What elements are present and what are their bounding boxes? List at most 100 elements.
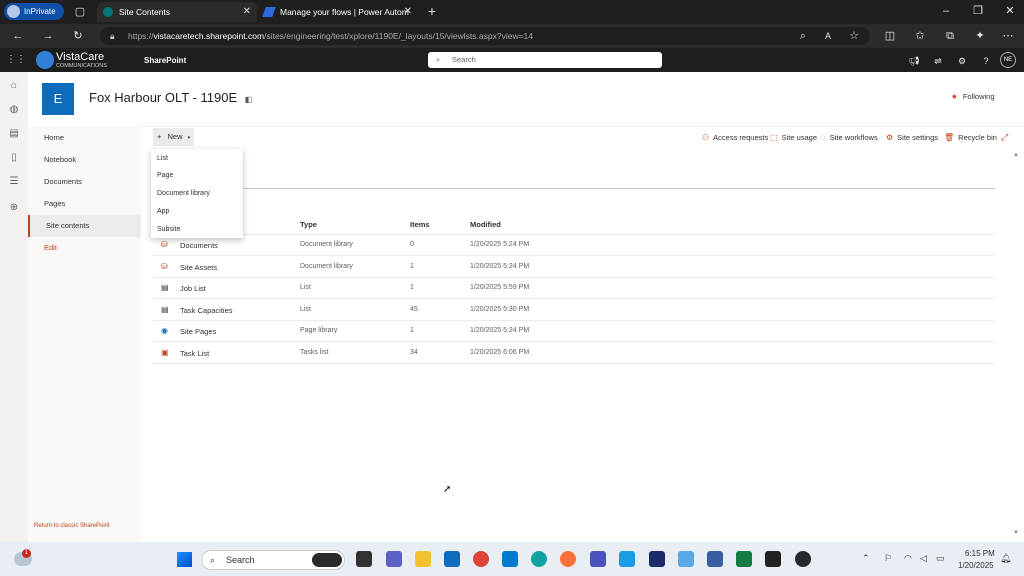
access-requests-button[interactable]: ⚇ Access requests xyxy=(702,133,768,142)
site-usage-button[interactable]: ⬚ Site usage xyxy=(770,133,817,142)
megaphone-icon[interactable]: 📢︎ xyxy=(906,54,922,68)
row-name[interactable]: Documents xyxy=(180,241,218,250)
volume-icon[interactable]: ◁ xyxy=(920,553,927,564)
forward-icon[interactable]: → xyxy=(40,29,56,43)
collections-icon[interactable]: ⧉ xyxy=(942,29,958,43)
menu-item-app[interactable]: App xyxy=(157,208,169,215)
settings-gear-icon[interactable]: ⚙ xyxy=(954,54,970,68)
table-row[interactable]: ◉ Site Pages Page library 1 1/20/2025 5:… xyxy=(153,321,995,342)
return-to-classic-link[interactable]: Return to classic SharePoint xyxy=(34,523,110,529)
minimize-icon[interactable]: – xyxy=(938,4,954,18)
restore-icon[interactable]: ❐ xyxy=(970,4,986,18)
github-icon[interactable] xyxy=(795,551,811,567)
notifications-icon[interactable]: 🔔︎ xyxy=(1000,553,1011,564)
row-name[interactable]: Site Assets xyxy=(180,263,217,272)
column-header-type[interactable]: Type xyxy=(300,220,317,229)
firefox-icon[interactable] xyxy=(560,551,576,567)
visio-icon[interactable] xyxy=(707,551,723,567)
column-header-items[interactable]: Items xyxy=(410,220,430,229)
scrollbar-up-icon[interactable]: ▲ xyxy=(1013,152,1019,158)
file-explorer-icon[interactable] xyxy=(415,551,431,567)
nav-item-notebook[interactable]: Notebook xyxy=(28,149,141,171)
home-icon[interactable]: ⌂ xyxy=(8,80,20,92)
recycle-bin-button[interactable]: 🗑︎ Recycle bin xyxy=(944,133,997,142)
brand-logo-icon[interactable] xyxy=(36,51,54,69)
app-name[interactable]: SharePoint xyxy=(144,56,186,65)
browser-menu-icon[interactable]: ⋯ xyxy=(1000,29,1016,43)
help-icon[interactable]: ? xyxy=(978,54,994,68)
table-row[interactable]: ⛁ Documents Document library 0 1/20/2025… xyxy=(153,235,995,256)
row-name[interactable]: Task List xyxy=(180,349,209,358)
clock-time[interactable]: 6:15 PM xyxy=(965,549,995,558)
close-tab-icon[interactable]: ✕ xyxy=(243,6,251,17)
menu-item-subsite[interactable]: Subsite xyxy=(157,226,180,233)
following-button[interactable]: ★ Following xyxy=(951,92,995,101)
row-name[interactable]: Job List xyxy=(180,284,206,293)
vscode-icon[interactable] xyxy=(502,551,518,567)
tab-actions-icon[interactable]: ▢ xyxy=(72,5,88,19)
taskbar-search[interactable]: ⌕ Search xyxy=(201,550,345,570)
site-settings-button[interactable]: ⚙ Site settings xyxy=(886,133,938,142)
refresh-icon[interactable]: ↻ xyxy=(70,29,86,43)
menu-item-document-library[interactable]: Document library xyxy=(157,190,210,197)
close-tab-icon[interactable]: ✕ xyxy=(404,6,412,17)
extension-icon[interactable]: ✦ xyxy=(972,29,988,43)
avatar[interactable]: NE xyxy=(1000,52,1016,68)
menu-item-page[interactable]: Page xyxy=(157,172,173,179)
read-aloud-icon[interactable]: A xyxy=(820,29,836,43)
nav-item-home[interactable]: Home xyxy=(28,127,141,149)
share-icon[interactable]: ⇌ xyxy=(930,54,946,68)
nav-edit-link[interactable]: Edit xyxy=(28,237,141,259)
inprivate-badge[interactable]: InPrivate xyxy=(4,3,64,20)
nav-item-pages[interactable]: Pages xyxy=(28,193,141,215)
favorite-star-icon[interactable]: ☆ xyxy=(846,29,862,43)
site-title[interactable]: Fox Harbour OLT - 1190E ◧ xyxy=(89,90,252,105)
site-workflows-button[interactable]: ◌ Site workflows xyxy=(821,133,878,142)
nav-item-documents[interactable]: Documents xyxy=(28,171,141,193)
create-icon[interactable]: ⊕ xyxy=(8,202,20,214)
battery-icon[interactable]: ▭ xyxy=(936,553,945,564)
favorites-icon[interactable]: ✩ xyxy=(912,29,928,43)
new-button[interactable]: + New ▾ xyxy=(153,128,194,146)
back-icon[interactable]: ← xyxy=(10,29,26,43)
camera-icon[interactable] xyxy=(619,551,635,567)
clock-date[interactable]: 1/20/2025 xyxy=(958,561,994,570)
tab-power-automate[interactable]: Manage your flows | Power Autom ✕ xyxy=(258,2,418,22)
menu-item-list[interactable]: List xyxy=(157,155,168,162)
globe-icon[interactable]: ◍ xyxy=(8,104,20,116)
notepad-icon[interactable] xyxy=(678,551,694,567)
tray-icon[interactable]: ⚐ xyxy=(884,553,892,564)
teams-icon[interactable] xyxy=(386,551,402,567)
terminal-icon[interactable] xyxy=(765,551,781,567)
url-field[interactable]: 🔒︎ https://vistacaretech.sharepoint.com/… xyxy=(100,27,870,45)
new-tab-icon[interactable]: + xyxy=(424,4,440,18)
zoom-icon[interactable]: ⌕ xyxy=(795,29,811,43)
files-icon[interactable]: ▯ xyxy=(8,152,20,164)
tray-chevron-icon[interactable]: ⌃ xyxy=(862,553,870,564)
table-row[interactable]: ▣ Task List Tasks list 34 1/20/2025 6:06… xyxy=(153,343,995,364)
task-view-icon[interactable] xyxy=(356,551,372,567)
split-screen-icon[interactable]: ◫ xyxy=(882,29,898,43)
table-row[interactable]: ▤ Job List List 1 1/20/2025 5:59 PM xyxy=(153,278,995,299)
nav-item-site-contents[interactable]: Site contents xyxy=(28,215,141,237)
tab-site-contents[interactable]: Site Contents ✕ xyxy=(97,2,257,22)
l-app-icon[interactable] xyxy=(649,551,665,567)
app-launcher-icon[interactable]: ⋮⋮ xyxy=(6,53,26,67)
chrome-icon[interactable] xyxy=(473,551,489,567)
teams-work-icon[interactable] xyxy=(590,551,606,567)
column-header-modified[interactable]: Modified xyxy=(470,220,501,229)
start-icon[interactable] xyxy=(177,552,192,567)
news-icon[interactable]: ▤ xyxy=(8,128,20,140)
excel-icon[interactable] xyxy=(736,551,752,567)
row-name[interactable]: Task Capacities xyxy=(180,306,233,315)
row-name[interactable]: Site Pages xyxy=(180,327,216,336)
scrollbar-down-icon[interactable]: ▼ xyxy=(1013,530,1019,536)
table-row[interactable]: ⛁ Site Assets Document library 1 1/20/20… xyxy=(153,257,995,278)
site-logo[interactable]: E xyxy=(42,83,74,115)
outlook-icon[interactable] xyxy=(444,551,460,567)
lists-icon[interactable]: ☰ xyxy=(8,176,20,188)
expand-icon[interactable]: ⤢ xyxy=(1001,132,1008,143)
close-window-icon[interactable]: ✕ xyxy=(1002,4,1018,18)
edge-icon[interactable] xyxy=(531,551,547,567)
search-input[interactable]: ⌕ Search xyxy=(428,52,662,68)
